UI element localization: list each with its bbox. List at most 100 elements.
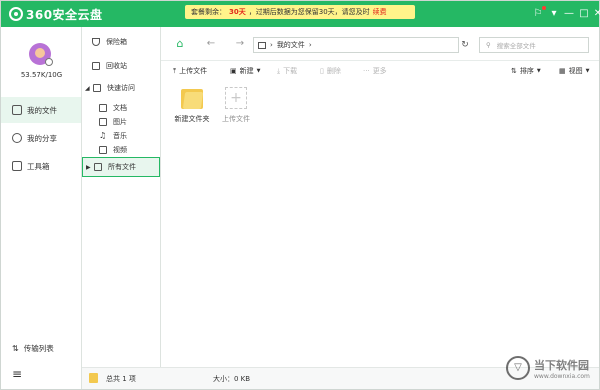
folder-icon (94, 163, 102, 171)
more-label: 更多 (372, 67, 387, 75)
more-button[interactable]: ··· 更多 (363, 65, 387, 77)
sidebar-item-my-files[interactable]: 我的文件 (1, 97, 81, 123)
view-label: 视图 (568, 67, 583, 75)
tree-item-label: 音乐 (113, 132, 127, 140)
more-icon: ··· (363, 67, 370, 75)
tree-item-label: 文档 (113, 104, 127, 112)
download-label: 下载 (283, 67, 298, 75)
sidebar-item-label: 工具箱 (27, 161, 50, 171)
tree-item-label: 回收站 (106, 62, 127, 70)
notice-prefix: 套餐剩余： (191, 8, 226, 16)
renew-link[interactable]: 续费 (373, 7, 387, 17)
back-button[interactable]: ← (204, 37, 218, 51)
watermark-text: 当下软件园 www.downxia.com (534, 357, 590, 380)
vip-badge-icon (45, 58, 53, 66)
watermark: ▽ 当下软件园 www.downxia.com (506, 351, 598, 385)
delete-button[interactable]: ▯ 删除 (320, 65, 341, 77)
folder-tree: 保险箱 回收站 ◢ 快速访问 文档 图片 ♫ 音乐 视频 ▶ 所有文件 (82, 27, 161, 367)
tree-item-recycle[interactable]: 回收站 (82, 57, 160, 75)
notification-dot (542, 6, 546, 10)
recycle-icon (92, 62, 100, 70)
navigation-bar: ⌂ ← → › 我的文件 › ↻ ⚲ 搜索全部文件 (161, 27, 599, 61)
quick-access-icon (93, 84, 101, 92)
forward-button[interactable]: → (233, 37, 247, 51)
transfer-list-button[interactable]: ⇅ 传输列表 (12, 343, 54, 354)
trash-icon: ▯ (320, 67, 324, 75)
new-button[interactable]: ▣ 新建 ▼ (230, 65, 260, 77)
music-icon: ♫ (99, 131, 107, 140)
storage-quota: 53.57K/10G (20, 71, 63, 79)
filter-icon[interactable]: ⚲ (486, 41, 491, 49)
main-sidebar: 53.57K/10G 我的文件 我的分享 工具箱 ⇅ 传输列表 ≡ (1, 27, 82, 389)
plan-notice: 套餐剩余： 30天 ，过期后数据为您保留30天，请您及时 续费 (185, 5, 415, 19)
breadcrumb-separator: › (308, 41, 312, 49)
close-button[interactable]: ✕ (591, 7, 600, 21)
shield-icon (92, 38, 100, 46)
watermark-main: 当下软件园 (534, 358, 589, 372)
breadcrumb: › 我的文件 › (253, 37, 459, 53)
sort-button[interactable]: ⇅ 排序 ▼ (511, 65, 541, 77)
item-count: 总共 1 项 (106, 375, 136, 383)
chevron-down-icon: ▼ (536, 68, 541, 74)
tree-item-label: 保险箱 (106, 38, 127, 46)
chevron-down-icon: ▼ (256, 68, 261, 74)
dropdown-button[interactable]: ▾ (547, 7, 561, 21)
notice-days: 30天 (229, 8, 246, 16)
tree-item-safe[interactable]: 保险箱 (82, 33, 160, 51)
new-folder-icon: ▣ (230, 67, 237, 75)
sort-label: 排序 (519, 67, 534, 75)
tree-item-label: 所有文件 (108, 163, 136, 171)
refresh-icon[interactable]: ↻ (459, 37, 471, 53)
document-icon (99, 104, 107, 112)
sort-icon: ⇅ (511, 67, 517, 75)
new-label: 新建 (239, 67, 254, 75)
sidebar-item-toolbox[interactable]: 工具箱 (1, 153, 81, 179)
delete-label: 删除 (326, 67, 341, 75)
logo-icon (9, 7, 23, 21)
download-icon: ⤓ (277, 66, 281, 75)
breadcrumb-separator: › (270, 41, 273, 49)
tree-item-label: 视频 (113, 146, 127, 154)
total-size: 大小：0 KB (213, 375, 251, 383)
breadcrumb-item-my-files[interactable]: 我的文件 (277, 40, 305, 50)
sidebar-item-my-share[interactable]: 我的分享 (1, 125, 81, 151)
folder-icon (181, 87, 204, 109)
view-button[interactable]: ▦ 视图 ▼ (559, 65, 589, 77)
expand-arrow-icon[interactable]: ◢ (85, 85, 91, 92)
notice-middle: ，过期后数据为您保留30天，请您及时 (248, 8, 370, 16)
watermark-url: www.downxia.com (534, 372, 590, 380)
search-input[interactable]: ⚲ 搜索全部文件 (479, 37, 589, 53)
share-icon (12, 133, 22, 143)
file-icon (12, 105, 22, 115)
app-window: 360安全云盘 套餐剩余： 30天 ，过期后数据为您保留30天，请您及时 续费 … (0, 0, 600, 390)
chevron-down-icon: ▼ (585, 68, 590, 74)
menu-button[interactable]: ≡ (12, 367, 22, 381)
video-icon (99, 146, 107, 154)
upload-tile[interactable]: + 上传文件 (212, 87, 260, 124)
home-icon[interactable]: ⌂ (173, 37, 187, 51)
transfer-label: 传输列表 (23, 344, 54, 353)
file-grid: 新建文件夹 + 上传文件 (161, 81, 599, 361)
minimize-button[interactable]: — (562, 7, 576, 21)
search-placeholder: 搜索全部文件 (496, 42, 536, 50)
tree-item-quick-access[interactable]: ◢ 快速访问 (82, 79, 160, 97)
tree-item-label: 快速访问 (107, 84, 135, 92)
tree-item-all-files[interactable]: ▶ 所有文件 (82, 157, 160, 177)
grid-view-icon: ▦ (559, 67, 566, 75)
sidebar-item-label: 我的文件 (27, 105, 57, 115)
upload-label: 上传文件 (179, 67, 208, 75)
download-button[interactable]: ⤓ 下载 (277, 65, 297, 77)
upload-tile-label: 上传文件 (222, 115, 250, 123)
collapse-arrow-icon[interactable]: ▶ (86, 164, 92, 171)
upload-button[interactable]: ⤒ 上传文件 (173, 65, 207, 77)
title-bar: 360安全云盘 套餐剩余： 30天 ，过期后数据为您保留30天，请您及时 续费 … (1, 1, 600, 27)
folder-item[interactable]: 新建文件夹 (168, 87, 216, 124)
toolbox-icon (12, 161, 22, 171)
maximize-button[interactable]: □ (577, 7, 591, 21)
drive-icon (258, 41, 266, 49)
logo-text: 360安全云盘 (26, 7, 103, 22)
app-logo: 360安全云盘 (9, 6, 103, 22)
folder-icon (89, 373, 98, 383)
folder-name: 新建文件夹 (174, 115, 210, 123)
toolbar: ⤒ 上传文件 ▣ 新建 ▼ ⤓ 下载 ▯ 删除 ··· 更多 ⇅ 排序 ▼ ▦ … (161, 61, 599, 81)
